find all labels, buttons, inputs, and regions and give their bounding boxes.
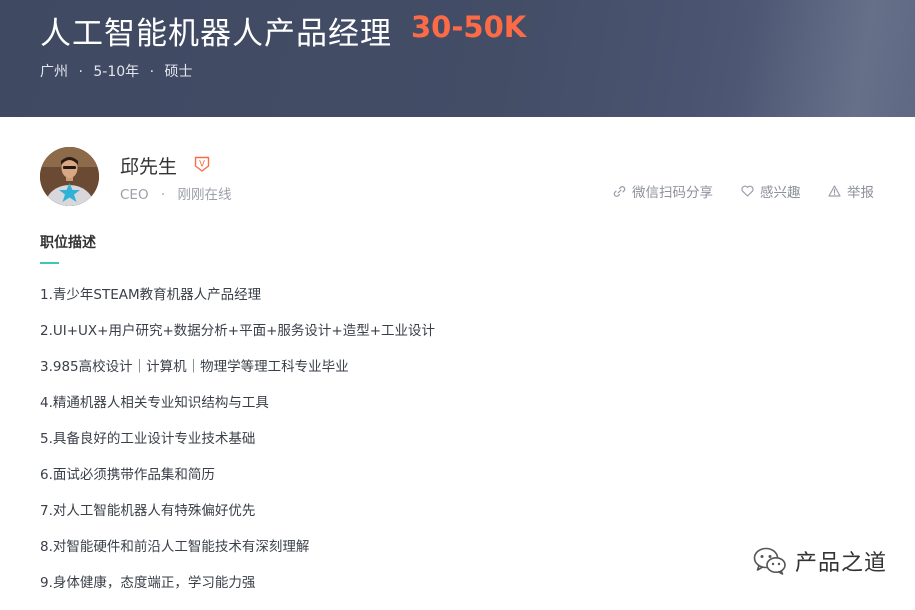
interest-button[interactable]: 感兴趣 [741, 182, 801, 201]
requirement-item: 4.精通机器人相关专业知识结构与工具 [40, 395, 269, 411]
section-title-underline [40, 262, 59, 264]
recruiter-meta: CEO · 刚刚在线 [120, 183, 231, 203]
meta-separator: · [78, 64, 83, 80]
job-location: 广州 [40, 64, 68, 80]
recruiter-name: 邱先生 [120, 156, 178, 178]
job-education: 硕士 [164, 64, 193, 80]
heart-icon [741, 185, 754, 197]
report-label: 举报 [847, 185, 874, 201]
salary: 30-50K [411, 10, 527, 44]
share-label: 微信扫码分享 [632, 185, 713, 201]
job-experience: 5-10年 [93, 64, 140, 80]
requirement-item: 8.对智能硬件和前沿人工智能技术有深刻理解 [40, 539, 310, 555]
requirement-item: 2.UI+UX+用户研究+数据分析+平面+服务设计+造型+工业设计 [40, 323, 436, 339]
share-button[interactable]: 微信扫码分享 [613, 182, 713, 201]
avatar[interactable] [40, 147, 99, 206]
job-title: 人工智能机器人产品经理 [40, 16, 392, 52]
requirement-item: 6.面试必须携带作品集和简历 [40, 467, 215, 483]
verified-badge-icon: V [194, 156, 210, 172]
interest-label: 感兴趣 [760, 185, 801, 201]
recruiter-meta-separator: · [160, 187, 166, 203]
meta-separator: · [149, 64, 155, 80]
report-button[interactable]: 举报 [828, 182, 874, 201]
warning-icon [828, 185, 841, 197]
verified-badge-label: V [199, 160, 205, 170]
requirement-item: 9.身体健康，态度端正，学习能力强 [40, 575, 256, 591]
requirement-item: 3.985高校设计｜计算机｜物理学等理工科专业毕业 [40, 359, 349, 375]
wechat-icon [753, 547, 786, 575]
requirements-list: 1.青少年STEAM教育机器人产品经理 2.UI+UX+用户研究+数据分析+平面… [40, 286, 435, 610]
requirement-item: 5.具备良好的工业设计专业技术基础 [40, 431, 256, 447]
recruiter-role: CEO [120, 187, 149, 203]
link-icon [613, 185, 626, 197]
section-title: 职位描述 [40, 235, 96, 251]
requirement-item: 7.对人工智能机器人有特殊偏好优先 [40, 503, 256, 519]
job-header: 人工智能机器人产品经理 30-50K 广州 · 5-10年 · 硕士 [0, 0, 915, 117]
requirement-item: 1.青少年STEAM教育机器人产品经理 [40, 287, 262, 303]
watermark: 产品之道 [753, 545, 887, 577]
recruiter-status: 刚刚在线 [177, 187, 232, 203]
watermark-text: 产品之道 [795, 551, 888, 576]
job-meta: 广州 · 5-10年 · 硕士 [40, 61, 193, 81]
header-sheen [685, 0, 915, 117]
